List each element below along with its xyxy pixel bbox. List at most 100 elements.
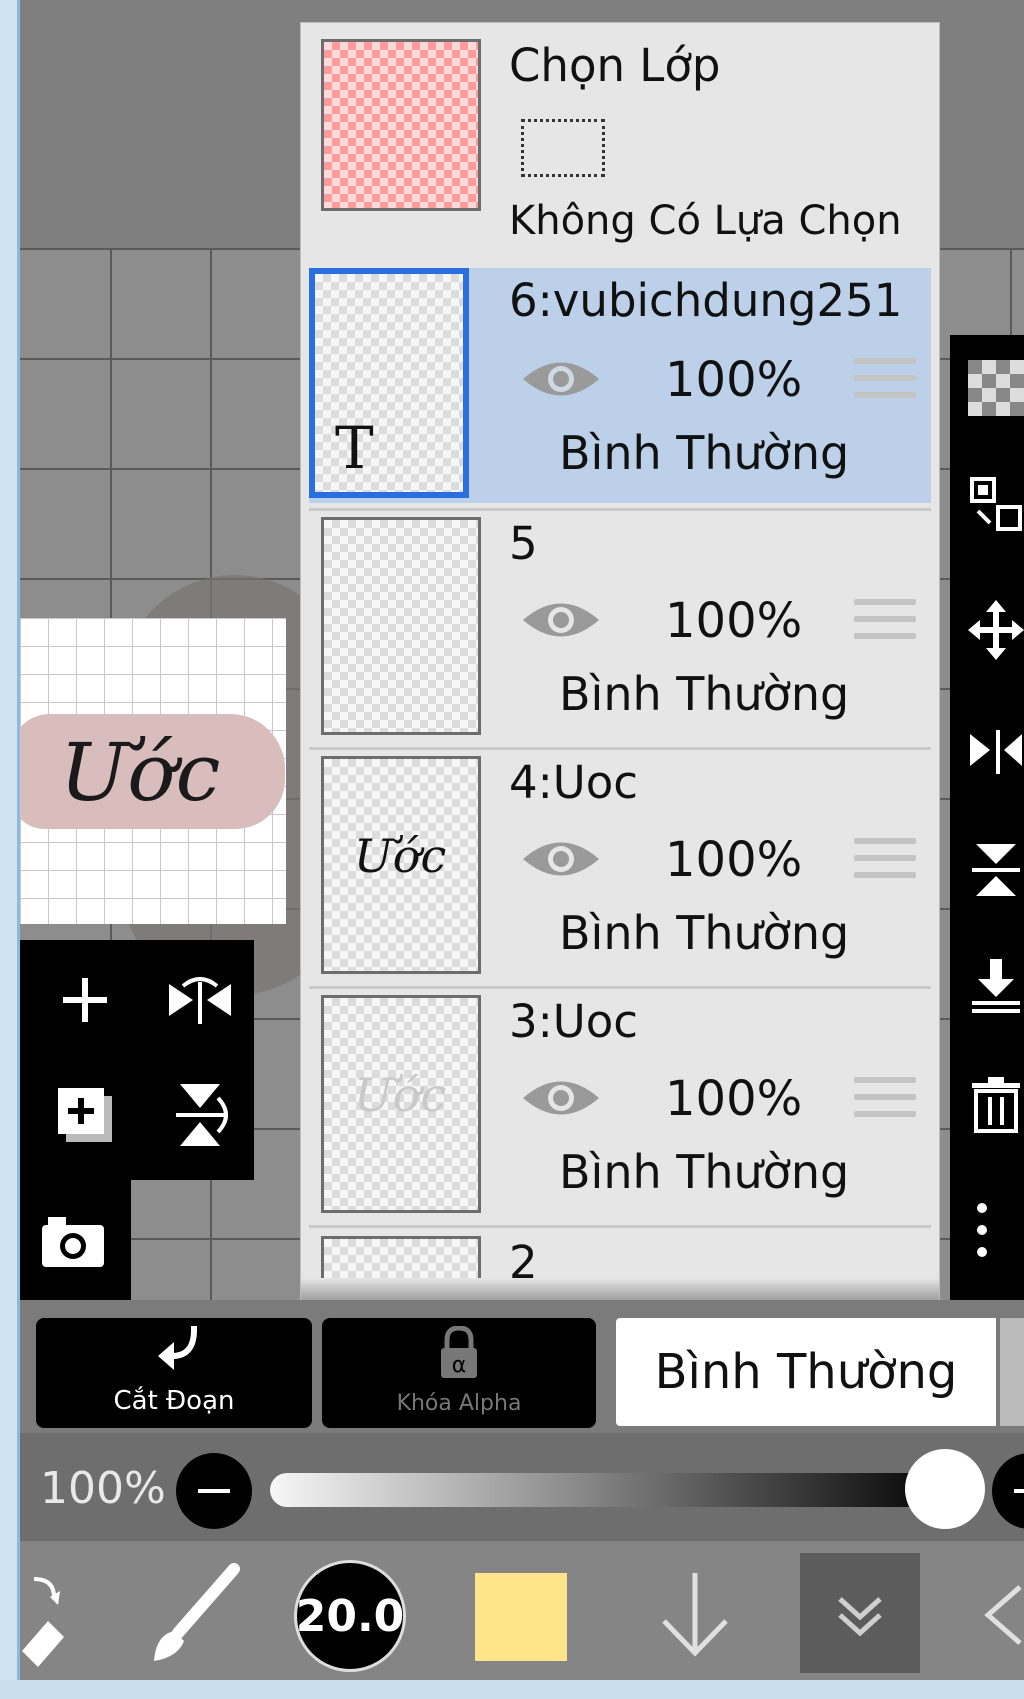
layer-copy-icon	[970, 477, 1022, 531]
clipping-arrow-icon	[158, 1326, 197, 1370]
layer-opacity: 100%	[665, 593, 803, 649]
layer-thumbnail-text: Ước	[354, 829, 447, 883]
layer-opacity: 100%	[665, 1071, 803, 1127]
layer-name: 5	[509, 517, 538, 570]
main-toolbar: 20.0	[20, 1541, 1024, 1681]
brush-icon	[154, 1563, 240, 1661]
layer-name: 6:vubichdung251	[509, 274, 903, 327]
layer-row[interactable]: 5 100% Bình Thường	[309, 511, 931, 746]
eraser-icon	[22, 1577, 64, 1667]
artwork-word: Ước	[60, 726, 221, 819]
layer-thumbnail	[321, 517, 481, 735]
flip-layer-horizontal-button[interactable]	[968, 720, 1024, 780]
flip-vertical-button[interactable]	[165, 1080, 235, 1150]
layer-row[interactable]: Ước 4:Uoc 100% Bình Thường	[309, 750, 931, 985]
selection-layer-title: Chọn Lớp	[509, 39, 721, 92]
drag-handle-icon[interactable]	[854, 358, 916, 412]
flip-horizontal-button[interactable]	[165, 965, 235, 1035]
selection-marquee-icon	[521, 119, 605, 177]
layer-blend-mode: Bình Thường	[559, 1145, 850, 1199]
merge-down-icon	[972, 959, 1020, 1013]
eye-icon[interactable]	[519, 354, 603, 404]
move-icon	[968, 600, 1024, 660]
opacity-value: 100%	[40, 1463, 166, 1514]
layer-opacity: 100%	[665, 352, 803, 408]
arrow-down-icon	[662, 1573, 728, 1657]
expand-menu-button[interactable]	[800, 1553, 920, 1673]
trash-icon	[972, 1077, 1020, 1133]
layer-action-toolbar	[950, 335, 1024, 1300]
selection-status: Không Có Lựa Chọn	[509, 198, 902, 244]
color-swatch[interactable]	[475, 1573, 567, 1661]
add-layer-button[interactable]	[50, 965, 120, 1035]
window-bottom-edge	[0, 1680, 1024, 1699]
more-vertical-icon	[977, 1203, 987, 1257]
layer-thumbnail: T	[309, 268, 469, 498]
layer-blend-mode: Bình Thường	[559, 426, 850, 480]
add-layer-copy-icon	[58, 1088, 112, 1142]
back-button[interactable]	[980, 1565, 1024, 1665]
merge-down-button[interactable]	[968, 955, 1024, 1015]
layer-down-button[interactable]	[650, 1565, 740, 1665]
artwork-preview[interactable]: Ước	[20, 618, 286, 924]
layer-thumbnail-text: Ước	[354, 1068, 447, 1122]
camera-icon	[42, 1217, 104, 1267]
text-layer-glyph: T	[335, 414, 374, 482]
chevron-left-icon	[984, 1585, 1022, 1645]
layer-name: 3:Uoc	[509, 995, 639, 1048]
eraser-tool-button[interactable]	[20, 1561, 80, 1671]
layer-panel: Chọn Lớp Không Có Lựa Chọn T 6:vubichdun…	[300, 22, 940, 1302]
opacity-increase-button[interactable]	[992, 1453, 1024, 1529]
blend-mode-select[interactable]: Bình Thường	[616, 1318, 996, 1426]
svg-text:α: α	[452, 1353, 467, 1378]
clipping-label: Cắt Đoạn	[113, 1386, 235, 1416]
double-chevron-down-icon	[838, 1597, 882, 1637]
move-layer-button[interactable]	[968, 600, 1024, 660]
flip-vertical-icon	[176, 1084, 228, 1146]
panel-scroll-fade	[301, 1278, 939, 1301]
selection-layer-thumbnail	[321, 39, 481, 211]
layer-options-bar: Cắt Đoạn α Khóa Alpha Bình Thường	[20, 1300, 1024, 1433]
layer-opacity: 100%	[665, 832, 803, 888]
copy-merge-button[interactable]	[968, 475, 1024, 535]
delete-layer-button[interactable]	[968, 1075, 1024, 1135]
flip-vertical-icon	[972, 844, 1020, 896]
transparency-button[interactable]	[968, 360, 1024, 420]
flip-horizontal-icon	[169, 977, 231, 1024]
lock-icon: α	[441, 1326, 477, 1378]
opacity-slider[interactable]	[270, 1473, 950, 1507]
brush-size-button[interactable]: 20.0	[294, 1560, 406, 1672]
opacity-decrease-button[interactable]	[176, 1453, 252, 1529]
eye-icon[interactable]	[519, 1073, 603, 1123]
layer-thumbnail: Ước	[321, 995, 481, 1213]
opacity-control: 100%	[20, 1433, 1024, 1541]
layer-row[interactable]: T 6:vubichdung251 100% Bình Thường	[309, 268, 931, 503]
opacity-slider-thumb[interactable]	[905, 1449, 985, 1529]
more-options-button[interactable]	[968, 1200, 1024, 1260]
drag-handle-icon[interactable]	[854, 838, 916, 892]
camera-palette	[20, 1180, 131, 1302]
clipping-button[interactable]: Cắt Đoạn	[36, 1318, 312, 1428]
layer-blend-mode: Bình Thường	[559, 667, 850, 721]
drag-handle-icon[interactable]	[854, 599, 916, 653]
window-edge	[0, 0, 20, 1699]
camera-button[interactable]	[38, 1206, 108, 1276]
flip-layer-vertical-button[interactable]	[968, 840, 1024, 900]
selection-layer-row[interactable]: Chọn Lớp Không Có Lựa Chọn	[309, 23, 931, 263]
layer-blend-mode: Bình Thường	[559, 906, 850, 960]
layer-row[interactable]: Ước 3:Uoc 100% Bình Thường	[309, 989, 931, 1224]
layer-thumbnail: Ước	[321, 756, 481, 974]
brush-tool-button[interactable]	[138, 1561, 248, 1671]
layer-tool-palette	[20, 940, 254, 1180]
alpha-lock-label: Khóa Alpha	[396, 1391, 522, 1416]
blend-select-edge	[1000, 1318, 1024, 1426]
checker-icon	[968, 360, 1024, 416]
alpha-lock-button[interactable]: α Khóa Alpha	[322, 1318, 596, 1428]
eye-icon[interactable]	[519, 834, 603, 884]
eye-icon[interactable]	[519, 595, 603, 645]
flip-horizontal-icon	[970, 730, 1022, 774]
add-copy-layer-button[interactable]	[50, 1080, 120, 1150]
drag-handle-icon[interactable]	[854, 1077, 916, 1131]
plus-icon	[63, 978, 107, 1022]
layer-name: 4:Uoc	[509, 756, 639, 809]
